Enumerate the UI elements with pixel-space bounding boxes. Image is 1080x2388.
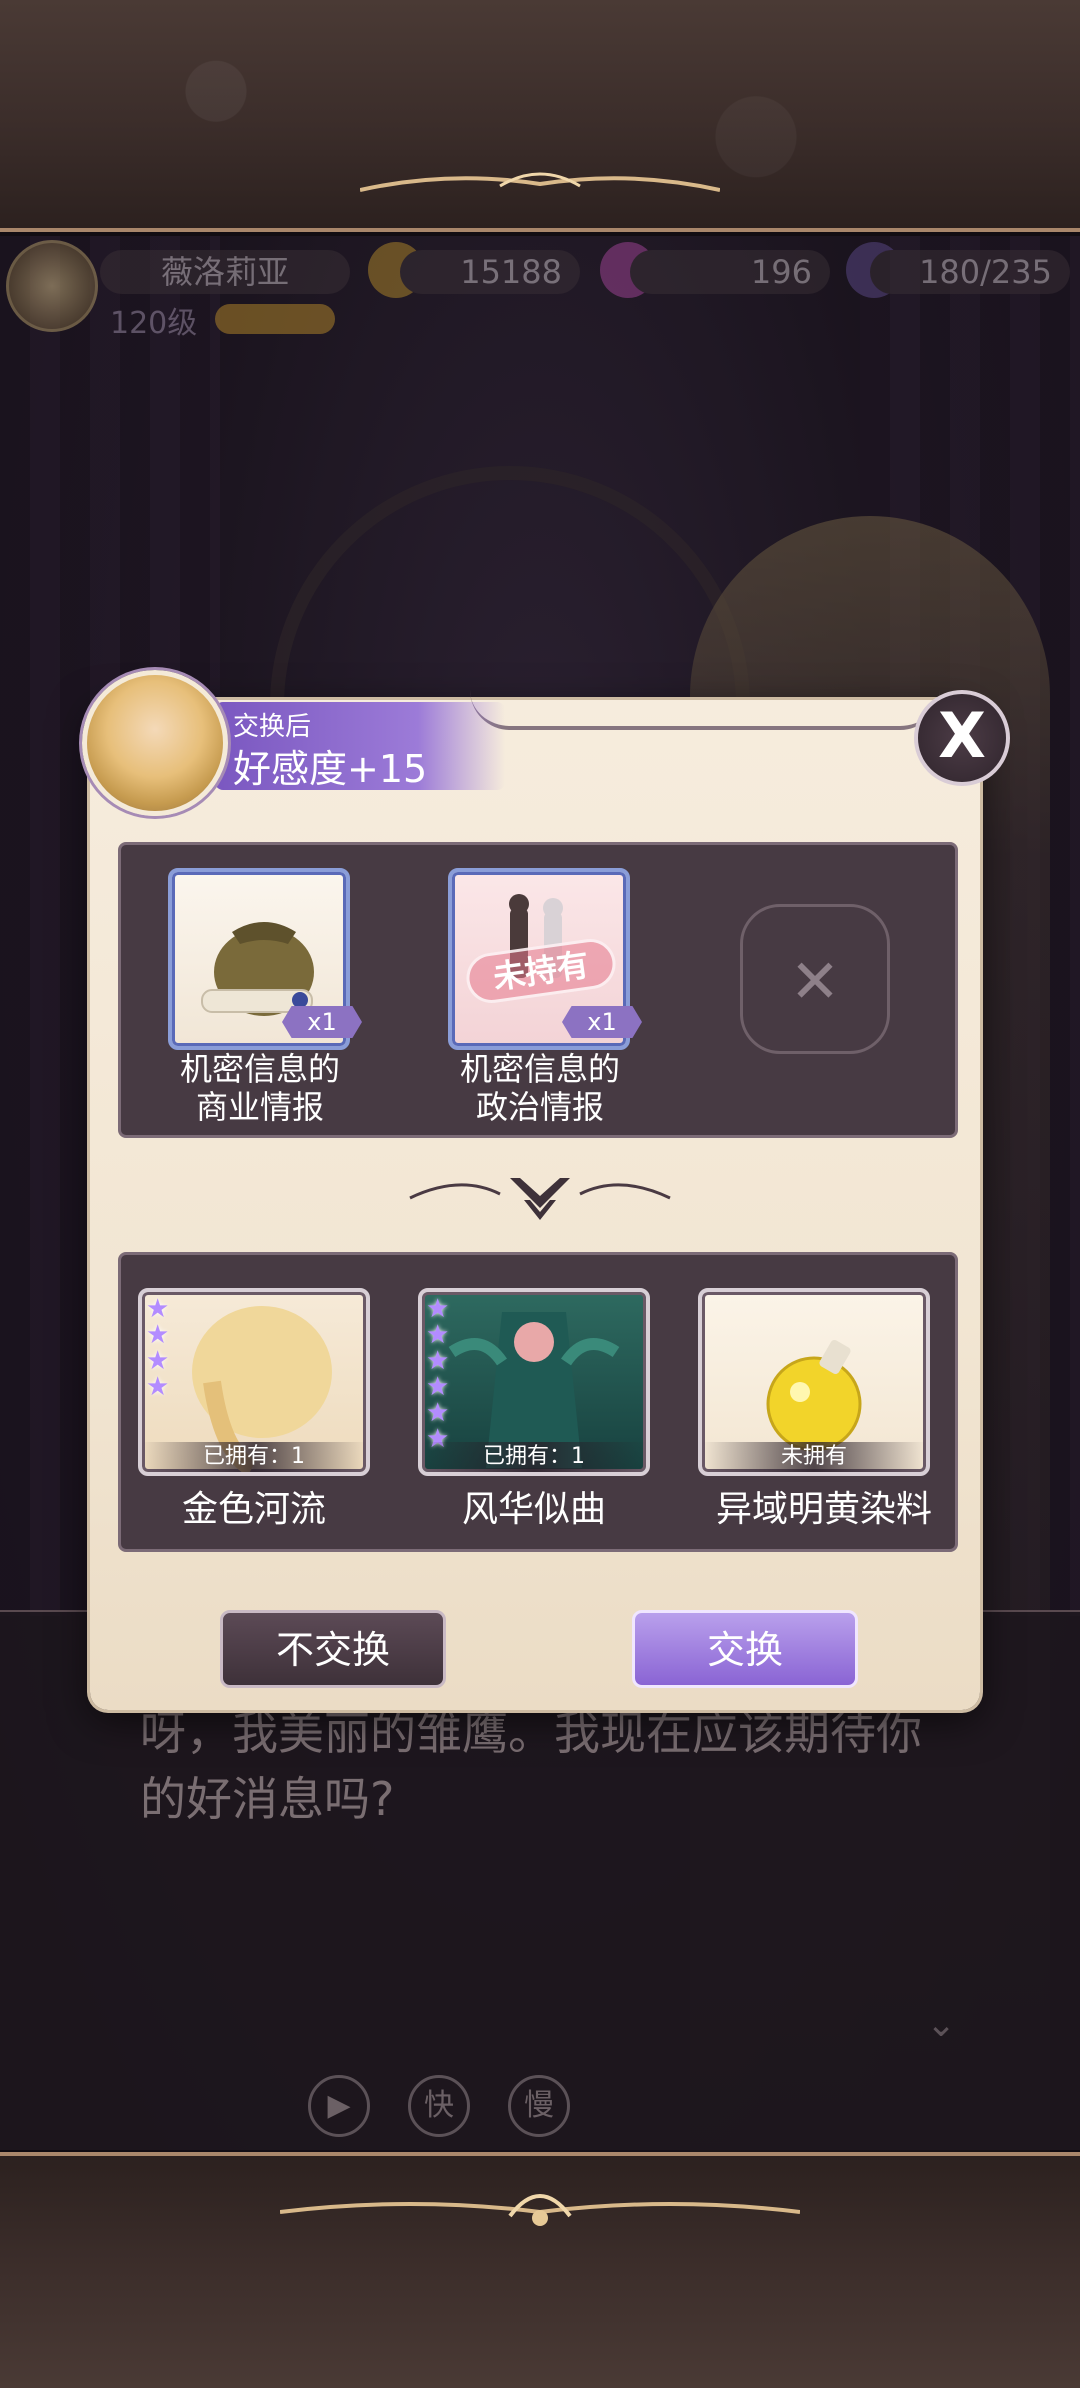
player-name: 薇洛莉亚 xyxy=(100,250,350,294)
player-avatar[interactable] xyxy=(6,240,98,332)
bottom-frame-band xyxy=(0,2152,1080,2388)
reward-slot-exotic-dye[interactable]: 未拥有 xyxy=(698,1288,930,1476)
slow-button[interactable]: 慢 xyxy=(508,2075,570,2137)
auto-play-button[interactable]: ▶ xyxy=(308,2075,370,2137)
fast-button[interactable]: 快 xyxy=(408,2075,470,2137)
reward-slot-golden-river[interactable]: ★★★★ 已拥有：1 xyxy=(138,1288,370,1476)
reward-label-exotic-dye: 异域明黄染料 xyxy=(715,1489,932,1530)
top-hud: 薇洛莉亚 120级 15188 196 180/235 xyxy=(0,236,1080,356)
chevron-down-icon[interactable]: ⌄ xyxy=(926,2004,956,2045)
decline-button[interactable]: 不交换 xyxy=(220,1610,446,1688)
owned-count: 未拥有 xyxy=(702,1442,926,1472)
owned-count: 已拥有：1 xyxy=(142,1442,366,1472)
rarity-stars: ★★★★★★ xyxy=(426,1294,450,1454)
quantity-badge: x1 xyxy=(282,1006,362,1038)
close-button[interactable]: X xyxy=(914,690,1010,786)
item-label-political-line2: 政治情报 xyxy=(475,1088,604,1126)
item-label-commercial-line1: 机密信息的 xyxy=(179,1050,340,1088)
affinity-value: 好感度+15 xyxy=(233,747,428,791)
top-frame-band xyxy=(0,0,1080,232)
gem-counter[interactable]: 196 xyxy=(630,250,830,294)
reward-slot-elegant-melody[interactable]: ★★★★★★ 已拥有：1 xyxy=(418,1288,650,1476)
stamina-counter[interactable]: 180/235 xyxy=(870,250,1070,294)
item-slot-commercial-intel[interactable]: x1 xyxy=(168,868,362,1050)
dialogue-text: 呀，我美丽的雏鹰。我现在应该期待你的好消息吗? xyxy=(140,1706,922,1826)
rarity-stars: ★★★★ xyxy=(146,1294,170,1402)
exchange-button[interactable]: 交换 xyxy=(632,1610,858,1688)
item-slot-political-intel[interactable]: 未持有 x1 xyxy=(448,868,642,1050)
decorative-vine xyxy=(470,690,940,730)
reward-label-elegant-melody: 风华似曲 xyxy=(461,1489,606,1530)
ornament-bottom xyxy=(280,2194,800,2226)
affinity-banner: 交换后 好感度+15 xyxy=(215,702,505,791)
gold-counter[interactable]: 15188 xyxy=(400,250,580,294)
chevron-divider-icon xyxy=(409,1178,671,1220)
owned-count: 已拥有：1 xyxy=(422,1442,646,1472)
item-label-commercial-line2: 商业情报 xyxy=(195,1088,324,1126)
character-portrait xyxy=(82,670,228,816)
ornament-top xyxy=(360,172,720,192)
empty-slot-icon: ✕ xyxy=(789,947,841,1017)
player-level: 120级 xyxy=(110,306,198,341)
level-badge xyxy=(215,304,335,334)
reward-label-golden-river: 金色河流 xyxy=(181,1489,326,1530)
item-label-political-line1: 机密信息的 xyxy=(459,1050,620,1088)
empty-item-slot: ✕ xyxy=(740,904,890,1054)
quantity-badge: x1 xyxy=(562,1006,642,1038)
